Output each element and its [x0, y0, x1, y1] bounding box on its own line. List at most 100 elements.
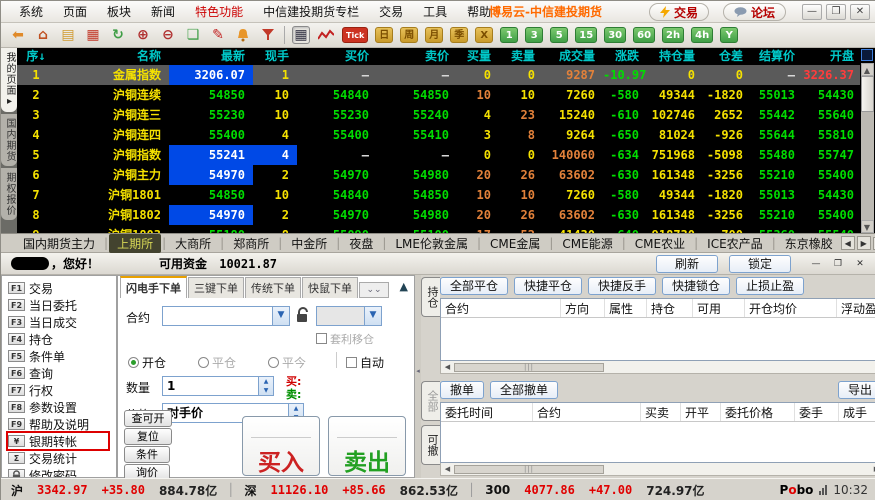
market-tab-CME能源[interactable]: CME能源 — [554, 234, 620, 253]
tree-item-参数设置[interactable]: F8参数设置 — [8, 399, 116, 415]
market-tab-CME农业[interactable]: CME农业 — [627, 234, 693, 253]
quote-row[interactable]: 5沪铜指数552414——00140060-634751968-50985548… — [17, 145, 862, 165]
orders-tab-全部[interactable]: 全部 — [421, 381, 440, 421]
scroll-thumb[interactable] — [861, 76, 874, 112]
forum-button[interactable]: 论坛 — [723, 3, 786, 21]
quote-table-icon[interactable]: ▦ — [292, 26, 310, 44]
orders-column-买卖[interactable]: 买卖 — [641, 403, 681, 421]
refresh-icon[interactable]: ↻ — [109, 26, 127, 44]
scroll-thumb[interactable]: ||| — [454, 465, 604, 474]
refresh-button[interactable]: 刷新 — [656, 255, 718, 273]
market-tab-上期所[interactable]: 上期所 — [109, 234, 161, 253]
side-tab-我的页面[interactable]: 我的页面▸ — [1, 48, 17, 112]
quote-row[interactable]: 2沪铜连续5485010548405485010107260-58049344-… — [17, 85, 862, 105]
tree-item-帮助及说明[interactable]: F9帮助及说明 — [8, 416, 116, 432]
buy-button[interactable]: 买入 — [242, 416, 320, 476]
positions-column-属性[interactable]: 属性 — [605, 299, 647, 317]
order-tab-三键下单[interactable]: 三键下单 — [188, 277, 244, 298]
zoom-out-icon[interactable]: ⊖ — [159, 26, 177, 44]
interval-button-Y[interactable]: Y — [720, 27, 738, 43]
interval-button-3[interactable]: 3 — [525, 27, 543, 43]
menu-item-新闻[interactable]: 新闻 — [141, 3, 185, 20]
tab-scroll-right-icon[interactable]: ▶ — [857, 236, 871, 250]
chevron-down-icon[interactable]: ▼ — [272, 307, 289, 325]
period-button-日[interactable]: 日 — [375, 27, 393, 43]
positions-column-方向[interactable]: 方向 — [561, 299, 605, 317]
tree-item-当日委托[interactable]: F2当日委托 — [8, 297, 116, 313]
tree-item-修改密码[interactable]: 修改密码 — [8, 467, 116, 478]
column-header-6[interactable]: 买量 — [457, 48, 499, 65]
export-button[interactable]: 导出 — [838, 381, 875, 399]
menu-item-中信建投期货专栏[interactable]: 中信建投期货专栏 — [253, 3, 369, 20]
side-tab-国内期货[interactable]: 国内期货 — [1, 114, 17, 166]
interval-button-1[interactable]: 1 — [500, 27, 518, 43]
market-tab-中金所[interactable]: 中金所 — [283, 234, 335, 253]
lock-button[interactable]: 锁定 — [729, 255, 791, 273]
tab-positions[interactable]: 持仓 — [421, 277, 440, 317]
quote-row[interactable]: 7沪铜18015485010548405485010107260-5804934… — [17, 185, 862, 205]
quote-row[interactable]: 9沪铜18035518085509055100175241430-6409187… — [17, 225, 862, 233]
open-radio[interactable]: 开仓 — [128, 354, 166, 371]
reset-button[interactable]: 复位 — [124, 428, 172, 445]
column-header-11[interactable]: 仓差 — [703, 48, 751, 65]
positions-column-开仓均价[interactable]: 开仓均价 — [745, 299, 837, 317]
orders-column-开平[interactable]: 开平 — [681, 403, 721, 421]
menu-item-交易[interactable]: 交易 — [369, 3, 413, 20]
tree-item-当日成交[interactable]: F3当日成交 — [8, 314, 116, 330]
mdi-restore-icon[interactable] — [861, 49, 873, 61]
scroll-up-icon[interactable]: ▲ — [861, 63, 874, 76]
tree-item-银期转帐[interactable]: ¥银期转帐 — [8, 433, 108, 449]
interval-button-5[interactable]: 5 — [550, 27, 568, 43]
column-header-4[interactable]: 买价 — [297, 48, 377, 65]
chart-icon[interactable] — [317, 26, 335, 44]
interval-button-2h[interactable]: 2h — [662, 27, 684, 43]
minimize-icon[interactable]: — — [802, 4, 822, 20]
chevron-down-icon[interactable]: ▼ — [364, 307, 381, 325]
notes-icon[interactable]: ▤ — [59, 26, 77, 44]
positions-button-快捷反手[interactable]: 快捷反手 — [588, 277, 656, 295]
interval-button-4h[interactable]: 4h — [691, 27, 713, 43]
positions-button-全部平仓[interactable]: 全部平仓 — [440, 277, 508, 295]
tree-item-查询[interactable]: F6查询 — [8, 365, 116, 381]
tree-item-交易统计[interactable]: Σ交易统计 — [8, 450, 116, 466]
arbitrage-checkbox[interactable]: 套利移仓 — [316, 331, 374, 347]
tree-item-行权[interactable]: F7行权 — [8, 382, 116, 398]
trade-restore-icon[interactable]: ❐ — [830, 257, 846, 270]
positions-column-合约[interactable]: 合约 — [441, 299, 561, 317]
spinner-arrows-icon[interactable]: ▲▼ — [258, 377, 273, 395]
tab-scroll-left-icon[interactable]: ◀ — [841, 236, 855, 250]
period-button-月[interactable]: 月 — [425, 27, 443, 43]
orders-column-委托时间[interactable]: 委托时间 — [441, 403, 533, 421]
column-header-3[interactable]: 现手 — [253, 48, 297, 65]
scroll-right-icon[interactable]: ▶ — [870, 464, 875, 475]
tick-button[interactable]: Tick — [342, 27, 368, 43]
sell-button[interactable]: 卖出 — [328, 416, 406, 476]
check-available-button[interactable]: 查可开 — [124, 410, 172, 427]
close-radio[interactable]: 平仓 — [198, 354, 236, 371]
scroll-track[interactable] — [861, 112, 874, 220]
market-tab-LME伦敦金属[interactable]: LME伦敦金属 — [387, 234, 476, 253]
scroll-left-icon[interactable]: ◀ — [441, 464, 454, 475]
quote-row[interactable]: 1金属指数3206.071——009287-10.9700—3226.37 — [17, 65, 862, 85]
collapse-panel-icon[interactable]: ▲ — [400, 280, 408, 293]
quantity-stepper[interactable]: 1▲▼ — [162, 376, 274, 396]
more-tabs-icon[interactable]: ⌄⌄ — [359, 282, 389, 298]
calendar-icon[interactable]: ▦ — [84, 26, 102, 44]
orders-hscrollbar[interactable]: ◀ ||| ▶ — [440, 463, 875, 476]
period-button-周[interactable]: 周 — [400, 27, 418, 43]
quote-vscrollbar[interactable]: ▲ ▼ — [860, 48, 874, 233]
menu-item-特色功能[interactable]: 特色功能 — [185, 3, 253, 20]
positions-button-快捷锁仓[interactable]: 快捷锁仓 — [662, 277, 730, 295]
column-header-10[interactable]: 持仓量 — [647, 48, 703, 65]
quote-row[interactable]: 4沪铜连四5540045540055410389264-65081024-926… — [17, 125, 862, 145]
period-button-季[interactable]: 季 — [450, 27, 468, 43]
menu-item-系统[interactable]: 系统 — [9, 3, 53, 20]
orders-column-合约[interactable]: 合约 — [533, 403, 641, 421]
column-header-12[interactable]: 结算价 — [751, 48, 803, 65]
trade-minimize-icon[interactable]: — — [808, 257, 824, 270]
scroll-left-icon[interactable]: ◀ — [441, 362, 454, 373]
column-header-2[interactable]: 最新 — [169, 48, 253, 65]
close-today-radio[interactable]: 平今 — [268, 354, 306, 371]
trade-close-icon[interactable]: ✕ — [852, 257, 868, 270]
market-tab-国内期货主力[interactable]: 国内期货主力 — [15, 234, 103, 253]
